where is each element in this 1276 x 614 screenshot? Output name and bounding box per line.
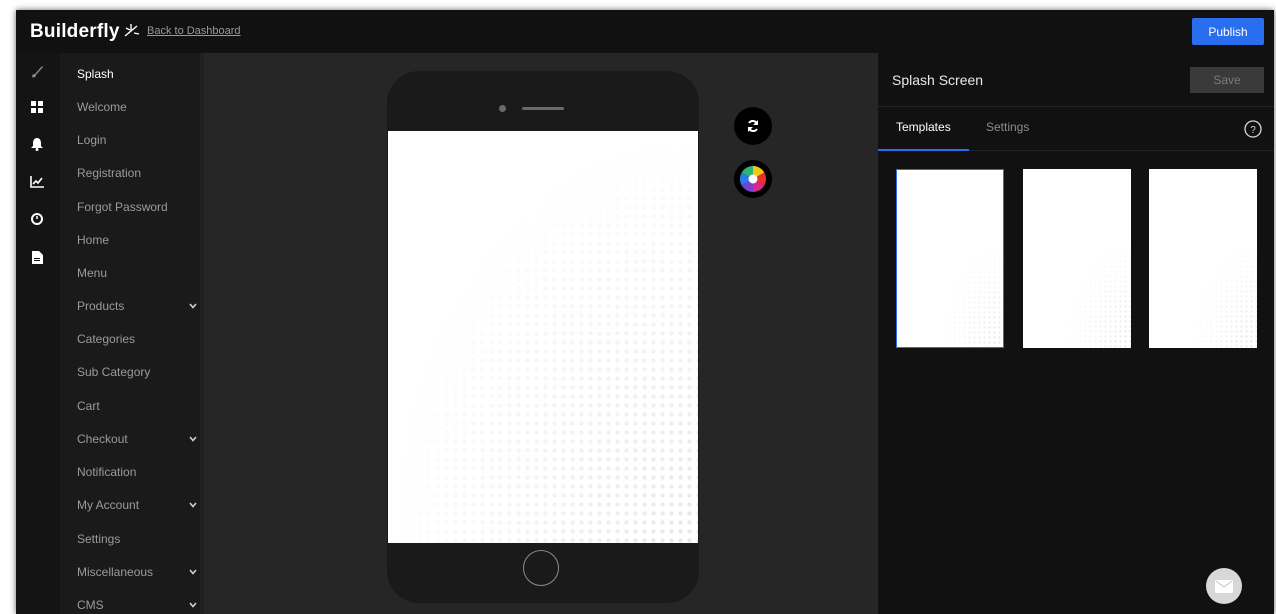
nav-item-forgot-password[interactable]: Forgot Password <box>77 197 197 217</box>
nav-item-registration[interactable]: Registration <box>77 163 197 183</box>
nav-item-splash[interactable]: Splash <box>77 64 197 84</box>
phone-camera <box>499 105 506 112</box>
nav-item-notification[interactable]: Notification <box>77 462 197 482</box>
preview-canvas <box>204 53 878 614</box>
bell-icon[interactable] <box>28 135 46 153</box>
nav-item-label: Categories <box>77 332 136 346</box>
nav-item-login[interactable]: Login <box>77 130 197 150</box>
brand-logo[interactable]: Builderfly <box>30 20 140 44</box>
template-card[interactable] <box>1149 169 1257 348</box>
nav-item-settings[interactable]: Settings <box>77 529 197 549</box>
back-to-dashboard-link[interactable]: Back to Dashboard <box>147 25 241 37</box>
mail-icon <box>1215 579 1233 593</box>
document-icon[interactable] <box>28 248 46 266</box>
template-card[interactable] <box>896 169 1004 348</box>
nav-item-miscellaneous[interactable]: Miscellaneous <box>77 562 197 582</box>
chart-icon[interactable] <box>28 173 46 191</box>
brush-icon[interactable] <box>28 63 46 81</box>
nav-item-products[interactable]: Products <box>77 296 197 316</box>
nav-item-my-account[interactable]: My Account <box>77 495 197 515</box>
clock-icon[interactable] <box>28 210 46 228</box>
color-wheel-icon <box>739 165 767 193</box>
nav-item-label: Checkout <box>77 432 128 446</box>
nav-item-label: Forgot Password <box>77 200 168 214</box>
publish-button[interactable]: Publish <box>1192 18 1264 45</box>
icon-rail <box>16 53 60 614</box>
nav-item-cart[interactable]: Cart <box>77 396 197 416</box>
app-window: Builderfly Back to Dashboard Publish Spl… <box>16 10 1274 614</box>
nav-item-label: Login <box>77 133 107 147</box>
nav-item-label: Registration <box>77 166 142 180</box>
nav-item-home[interactable]: Home <box>77 230 197 250</box>
save-button[interactable]: Save <box>1190 67 1264 93</box>
svg-text:?: ? <box>1250 125 1256 136</box>
nav-item-checkout[interactable]: Checkout <box>77 429 197 449</box>
properties-panel: Splash Screen Save Templates Settings ? <box>878 53 1274 614</box>
phone-home-button <box>523 550 559 586</box>
panel-title: Splash Screen <box>892 72 984 88</box>
active-tab-indicator <box>878 149 969 151</box>
template-card[interactable] <box>1023 169 1131 348</box>
tab-templates[interactable]: Templates <box>896 120 951 134</box>
nav-item-label: Splash <box>77 67 114 81</box>
nav-item-categories[interactable]: Categories <box>77 329 197 349</box>
nav-item-label: Menu <box>77 266 108 280</box>
help-icon[interactable]: ? <box>1244 120 1262 138</box>
chevron-down-icon <box>189 602 197 608</box>
nav-item-sub-category[interactable]: Sub Category <box>77 362 197 382</box>
grid-icon[interactable] <box>28 98 46 116</box>
nav-item-label: Cart <box>77 399 100 413</box>
nav-item-label: Sub Category <box>77 365 151 379</box>
screen-nav-menu: Splash Welcome Login Registration Forgot… <box>60 53 204 614</box>
support-chat-button[interactable] <box>1206 568 1242 604</box>
chevron-down-icon <box>189 303 197 309</box>
brand-spark-icon <box>124 24 139 37</box>
tab-settings[interactable]: Settings <box>986 120 1029 134</box>
nav-item-label: Welcome <box>77 100 127 114</box>
panel-divider <box>878 106 1274 107</box>
nav-item-label: Home <box>77 233 110 247</box>
template-thumbnail <box>1149 169 1257 348</box>
nav-item-label: Notification <box>77 465 137 479</box>
refresh-button[interactable] <box>734 107 772 145</box>
nav-item-label: Products <box>77 299 125 313</box>
top-bar: Builderfly Back to Dashboard Publish <box>16 10 1274 53</box>
nav-item-label: CMS <box>77 598 104 612</box>
phone-screen[interactable] <box>388 131 698 543</box>
template-thumbnail <box>1023 169 1131 348</box>
nav-item-label: Settings <box>77 532 121 546</box>
nav-item-label: Miscellaneous <box>77 565 154 579</box>
phone-speaker <box>522 107 564 110</box>
chevron-down-icon <box>189 569 197 575</box>
chevron-down-icon <box>189 502 197 508</box>
chevron-down-icon <box>189 436 197 442</box>
halftone-pattern <box>388 131 698 543</box>
nav-item-cms[interactable]: CMS <box>77 595 197 614</box>
phone-preview <box>387 71 699 603</box>
nav-item-welcome[interactable]: Welcome <box>77 97 197 117</box>
nav-item-menu[interactable]: Menu <box>77 263 197 283</box>
template-thumbnail <box>897 170 1003 347</box>
nav-item-label: My Account <box>77 498 140 512</box>
color-picker-button[interactable] <box>734 160 772 198</box>
brand-name: Builderfly <box>30 21 120 42</box>
refresh-icon <box>748 120 758 132</box>
